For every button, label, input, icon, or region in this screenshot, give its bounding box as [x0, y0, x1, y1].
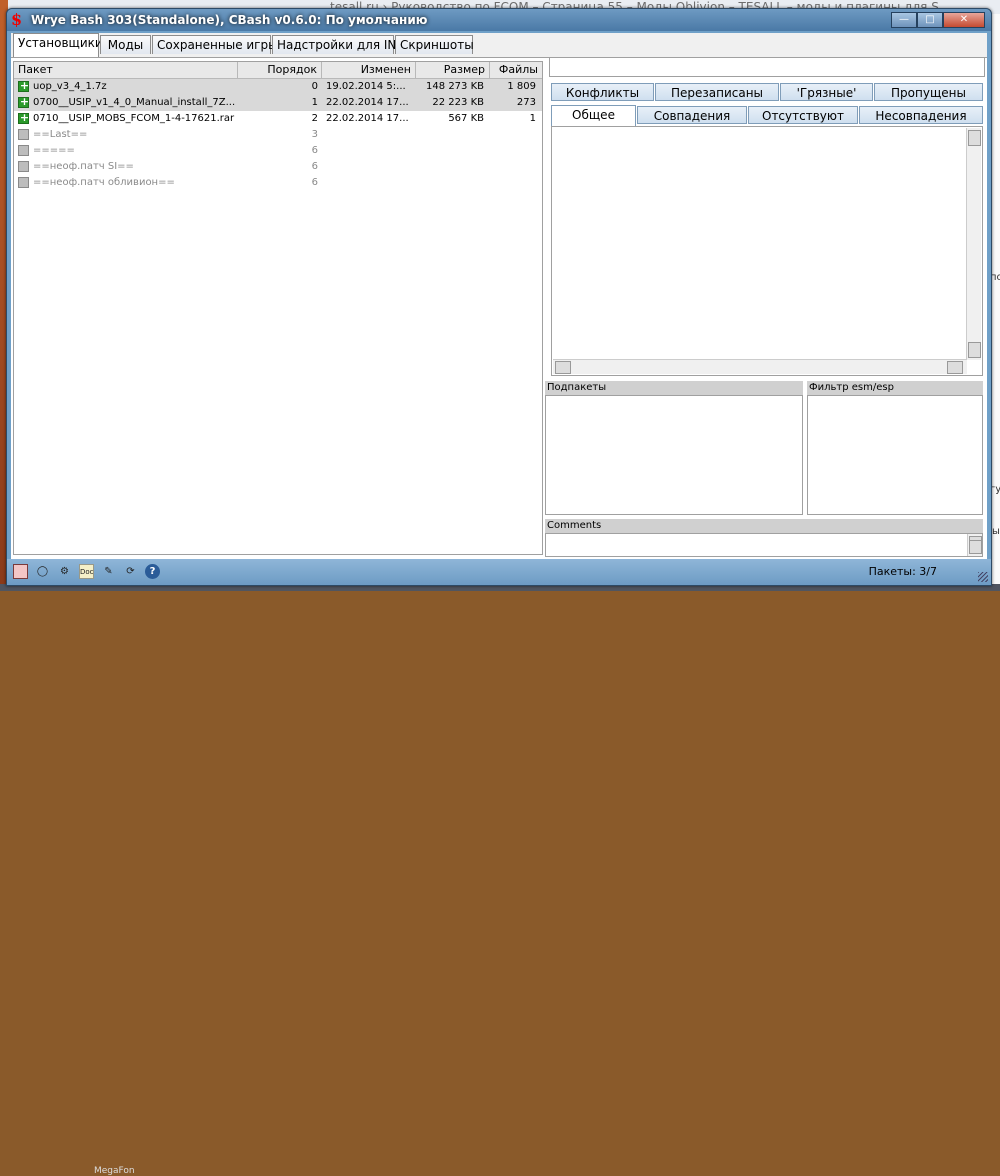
packages-count: Пакеты: 3/7: [868, 565, 937, 578]
mod-checker-icon[interactable]: ✎: [101, 564, 116, 579]
tab-mismatched[interactable]: Несовпадения: [859, 106, 983, 124]
esm-filter-list[interactable]: [807, 395, 983, 515]
resize-grip[interactable]: [978, 572, 988, 582]
status-bar: ◯ ⚙ Doc ✎ ⟳ ? Пакеты: 3/7: [7, 559, 991, 585]
marker-order: 6: [311, 161, 318, 172]
comments-field[interactable]: [545, 533, 983, 557]
marker-row[interactable]: ==Last== 3: [14, 127, 542, 143]
tab-skipped[interactable]: Пропущены: [874, 83, 983, 101]
help-icon[interactable]: ?: [145, 564, 160, 579]
vertical-scrollbar[interactable]: [966, 128, 981, 360]
installers-list[interactable]: Пакет Порядок Изменен Размер Файлы uop_v…: [13, 61, 543, 555]
comments-scrollbar[interactable]: [967, 534, 982, 556]
marker-order: 6: [311, 145, 318, 156]
marker-name: ==неоф.патч SI==: [33, 161, 134, 172]
subpackages-label: Подпакеты: [545, 381, 803, 395]
main-content: Установщики Моды Сохраненные игры Надстр…: [11, 33, 987, 559]
marker-name: ==Last==: [33, 129, 88, 140]
installers-header: Пакет Порядок Изменен Размер Файлы: [14, 62, 542, 79]
tab-mods[interactable]: Моды: [100, 35, 151, 54]
comments-label: Comments: [545, 519, 983, 533]
taskbar-item: MegaFon: [94, 1166, 135, 1176]
subpackages-list[interactable]: [545, 395, 803, 515]
tab-saves[interactable]: Сохраненные игры: [152, 35, 278, 54]
column-package[interactable]: Пакет: [14, 62, 238, 78]
tab-screenshots[interactable]: Скриншоты: [395, 35, 474, 54]
installed-checkbox-icon[interactable]: [18, 95, 30, 109]
package-size: 567 KB: [448, 113, 484, 124]
title-bar[interactable]: $ Wrye Bash 303(Standalone), CBash v0.6.…: [7, 9, 991, 31]
installer-row[interactable]: uop_v3_4_1.7z 0 19.02.2014 5:... 148 273…: [14, 79, 542, 95]
marker-icon: [18, 177, 29, 188]
close-button[interactable]: ✕: [943, 12, 985, 28]
marker-row[interactable]: ==неоф.патч обливион== 6: [14, 175, 542, 191]
marker-order: 3: [311, 129, 318, 140]
maximize-button[interactable]: □: [917, 12, 943, 28]
column-size[interactable]: Размер: [416, 62, 490, 78]
wrye-bash-icon: $: [11, 10, 23, 29]
marker-icon: [18, 161, 29, 172]
settings-icon[interactable]: [13, 564, 28, 579]
doc-browser-icon[interactable]: Doc: [79, 564, 94, 579]
tab-matched[interactable]: Совпадения: [637, 106, 747, 124]
package-order: 1: [311, 97, 318, 108]
oblivion-icon[interactable]: ◯: [35, 564, 50, 579]
marker-row[interactable]: ==неоф.патч SI== 6: [14, 159, 542, 175]
installer-row[interactable]: 0710__USIP_MOBS_FCOM_1-4-17621.rar 2 22.…: [14, 111, 542, 127]
package-order: 0: [311, 81, 318, 92]
window-title: Wrye Bash 303(Standalone), CBash v0.6.0:…: [31, 13, 428, 27]
tab-missing[interactable]: Отсутствуют: [748, 106, 858, 124]
installed-checkbox-icon[interactable]: [18, 111, 30, 125]
package-size: 22 223 KB: [432, 97, 484, 108]
package-modified: 22.02.2014 17...: [326, 97, 409, 108]
column-files[interactable]: Файлы: [490, 62, 542, 78]
package-name: 0700__USIP_v1_4_0_Manual_install_7Z...: [33, 97, 236, 108]
esm-filter-label: Фильтр esm/esp: [807, 381, 983, 395]
tab-ini-tweaks[interactable]: Надстройки для INI: [272, 35, 400, 54]
column-modified[interactable]: Изменен: [322, 62, 416, 78]
package-size: 148 273 KB: [426, 81, 484, 92]
horizontal-scrollbar[interactable]: [553, 359, 967, 374]
marker-name: =====: [33, 145, 75, 156]
installed-checkbox-icon[interactable]: [18, 79, 30, 93]
package-files: 1: [529, 113, 536, 124]
tes-construction-set-icon[interactable]: ⚙: [57, 564, 72, 579]
background-fragment: ы: [992, 526, 1000, 537]
package-order: 2: [311, 113, 318, 124]
package-modified: 19.02.2014 5:...: [326, 81, 406, 92]
minimize-button[interactable]: —: [891, 12, 917, 28]
tab-overridden[interactable]: Перезаписаны: [655, 83, 779, 101]
marker-order: 6: [311, 177, 318, 188]
marker-icon: [18, 129, 29, 140]
package-name: 0710__USIP_MOBS_FCOM_1-4-17621.rar: [33, 113, 235, 124]
column-order[interactable]: Порядок: [238, 62, 322, 78]
package-files: 1 809: [507, 81, 536, 92]
window-controls: — □ ✕: [891, 12, 985, 28]
package-files: 273: [516, 97, 536, 108]
restart-icon[interactable]: ⟳: [123, 564, 138, 579]
package-modified: 22.02.2014 17...: [326, 113, 409, 124]
general-info-textbox[interactable]: [551, 126, 983, 376]
package-name-field[interactable]: [549, 57, 985, 77]
wrye-bash-window: $ Wrye Bash 303(Standalone), CBash v0.6.…: [6, 8, 992, 586]
tab-installers[interactable]: Установщики: [13, 33, 103, 57]
tab-conflicts[interactable]: Конфликты: [551, 83, 654, 101]
main-tab-bar: Установщики Моды Сохраненные игры Надстр…: [11, 33, 987, 58]
marker-row[interactable]: ===== 6: [14, 143, 542, 159]
marker-icon: [18, 145, 29, 156]
tab-general[interactable]: Общее: [551, 105, 636, 126]
installer-row[interactable]: 0700__USIP_v1_4_0_Manual_install_7Z... 1…: [14, 95, 542, 111]
tab-dirty[interactable]: 'Грязные': [780, 83, 873, 101]
marker-name: ==неоф.патч обливион==: [33, 177, 175, 188]
package-name: uop_v3_4_1.7z: [33, 81, 107, 92]
